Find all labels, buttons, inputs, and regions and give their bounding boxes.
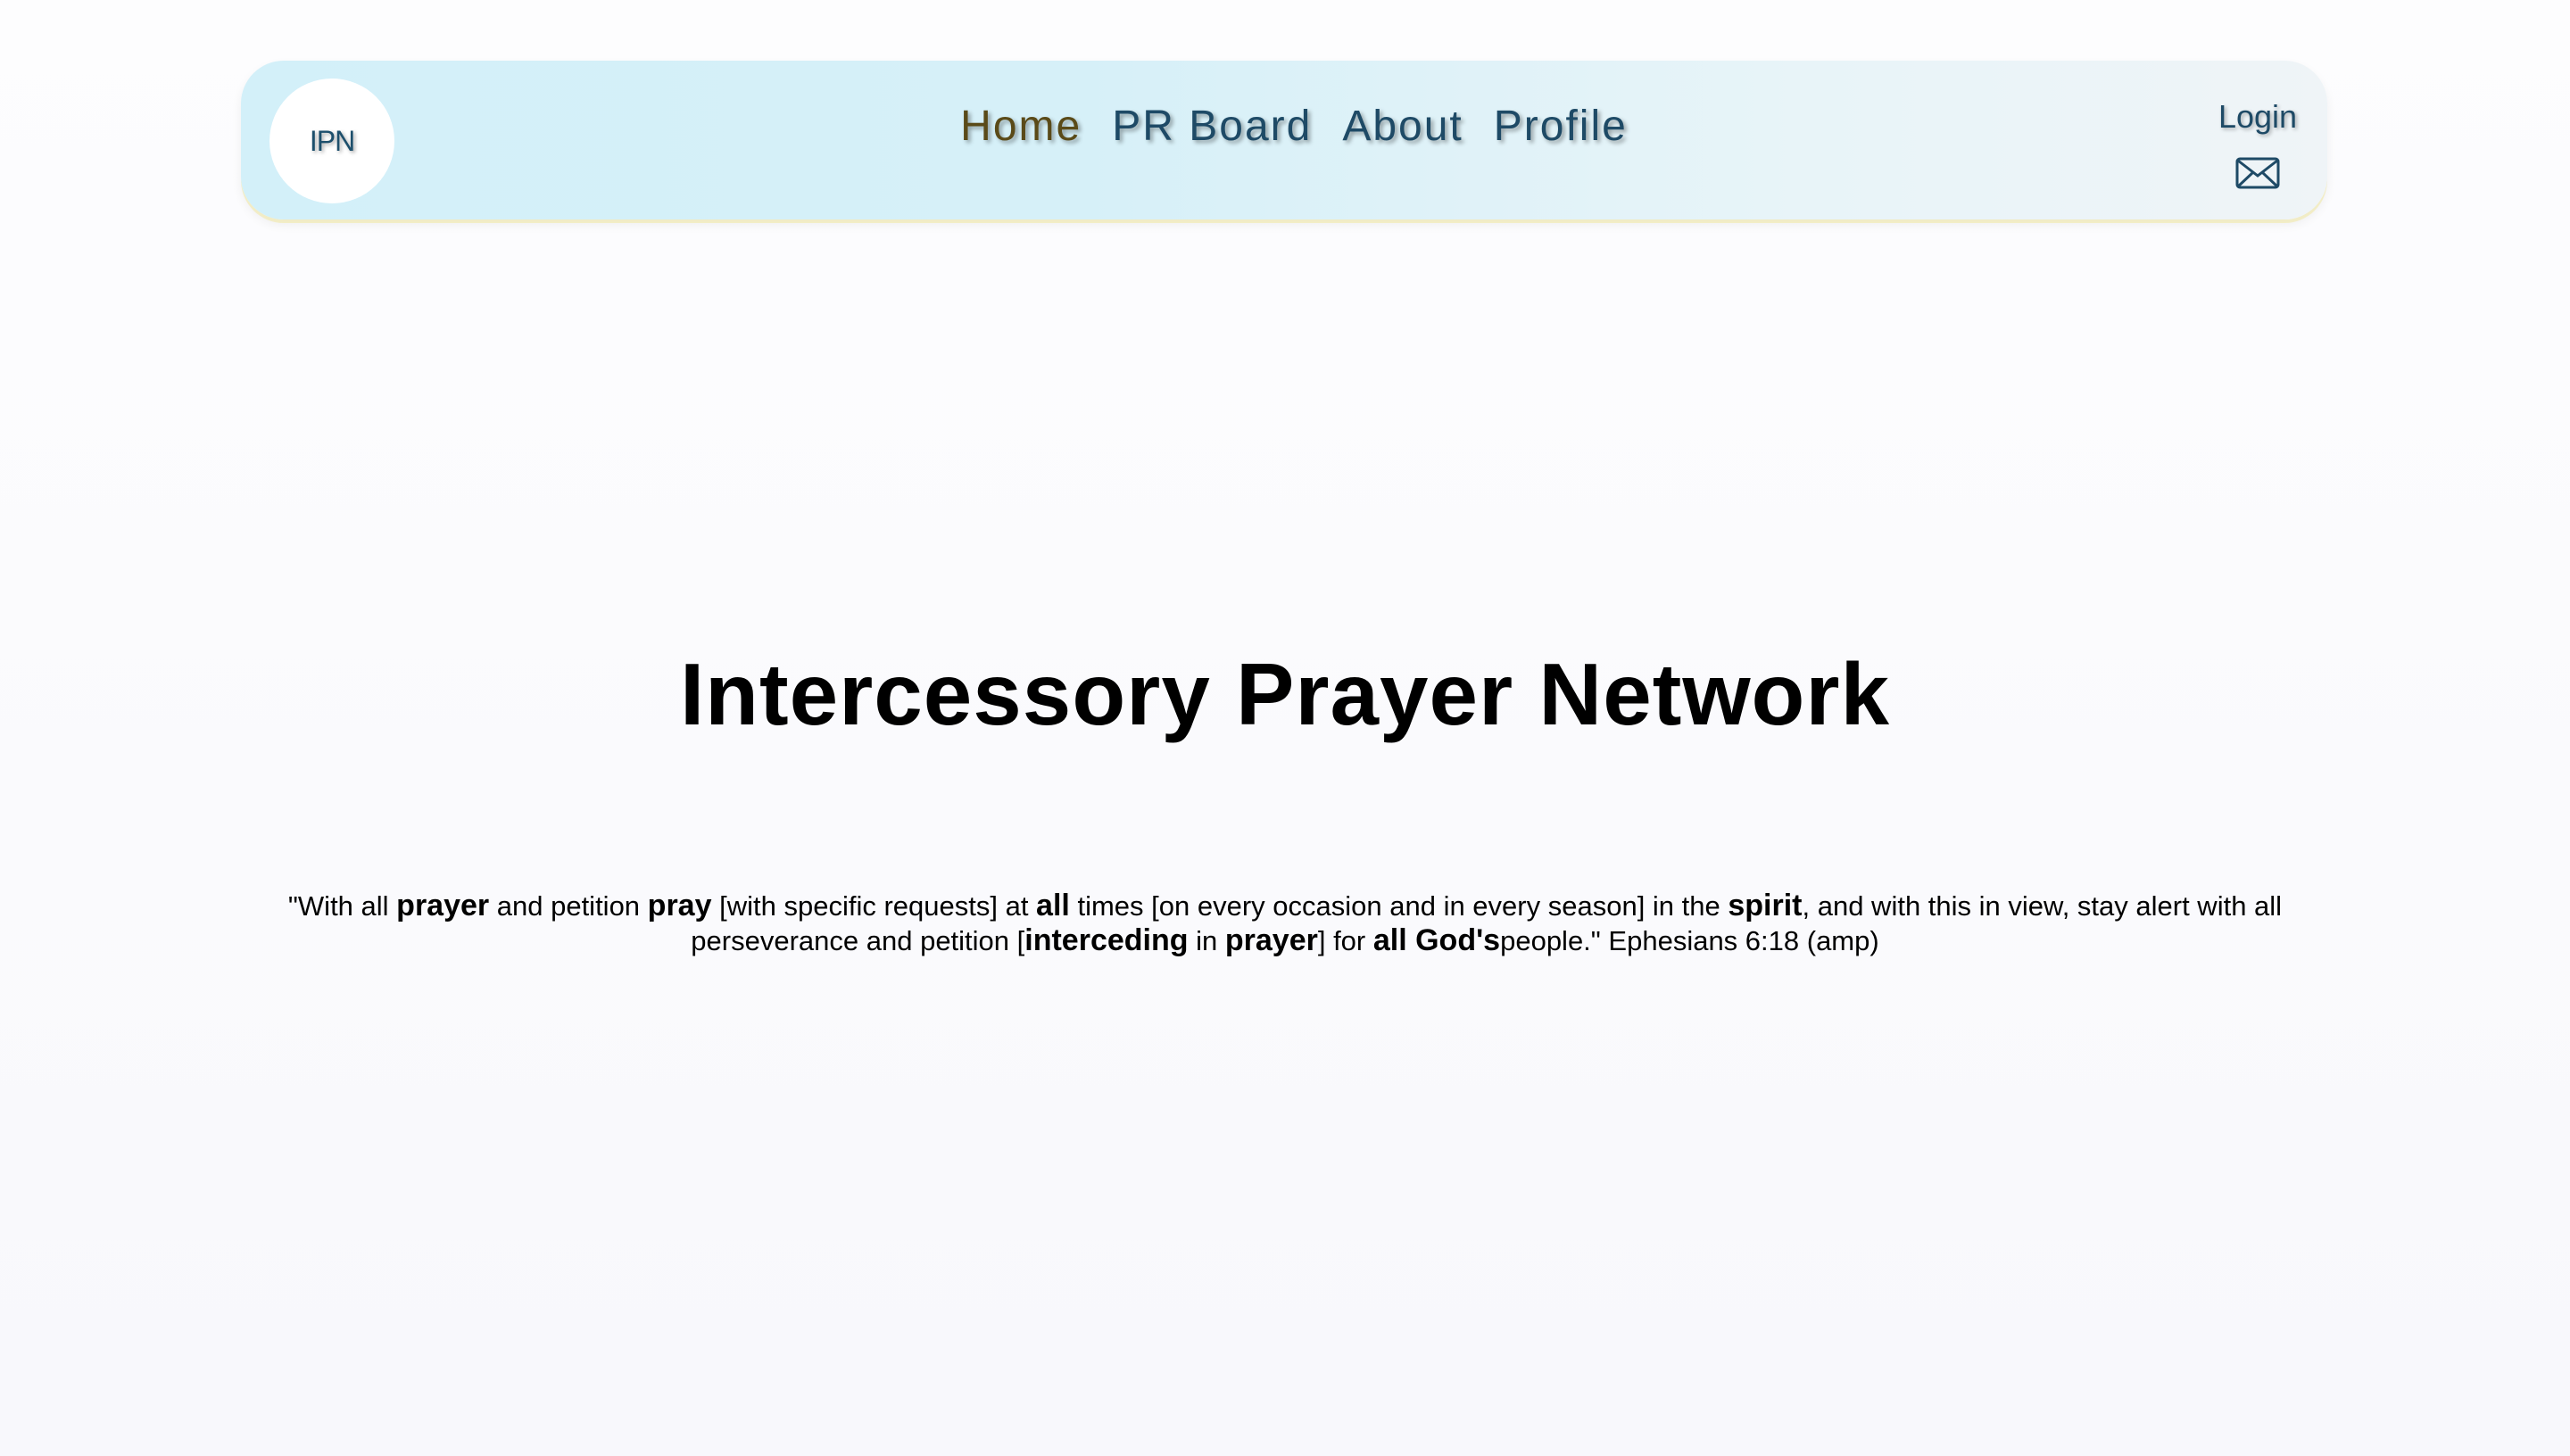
verse-emphasis: spirit <box>1728 889 1803 922</box>
page-title: Intercessory Prayer Network <box>679 645 1891 743</box>
top-navbar: IPN Home PR Board About Profile Login <box>241 61 2327 219</box>
verse-emphasis: all God's <box>1372 923 1501 957</box>
verse-text: times [on every occasion and in every se… <box>1069 890 1729 922</box>
nav-home-link[interactable]: Home <box>960 102 1082 151</box>
scripture-verse: "With all prayer and petition pray [with… <box>241 889 2329 958</box>
nav-pr-board-link[interactable]: PR Board <box>1112 102 1312 151</box>
nav-profile-link[interactable]: Profile <box>1494 102 1628 151</box>
verse-emphasis: pray <box>647 889 712 922</box>
verse-text: in <box>1188 925 1225 956</box>
verse-text: [with specific requests] at <box>711 890 1037 922</box>
envelope-icon[interactable] <box>2235 157 2280 189</box>
main-nav: Home PR Board About Profile <box>241 102 2327 151</box>
verse-text: people." Ephesians 6:18 (amp) <box>1500 925 1879 956</box>
verse-emphasis: prayer <box>1224 923 1318 957</box>
login-link[interactable]: Login <box>2218 98 2297 136</box>
verse-emphasis: all <box>1036 889 1070 922</box>
verse-emphasis: prayer <box>396 889 490 922</box>
verse-text: ] for <box>1317 925 1373 956</box>
nav-about-link[interactable]: About <box>1342 102 1463 151</box>
account-actions: Login <box>2213 98 2302 189</box>
verse-emphasis: interceding <box>1024 923 1189 957</box>
verse-text: and petition <box>489 890 648 922</box>
verse-text: "With all <box>287 890 397 922</box>
